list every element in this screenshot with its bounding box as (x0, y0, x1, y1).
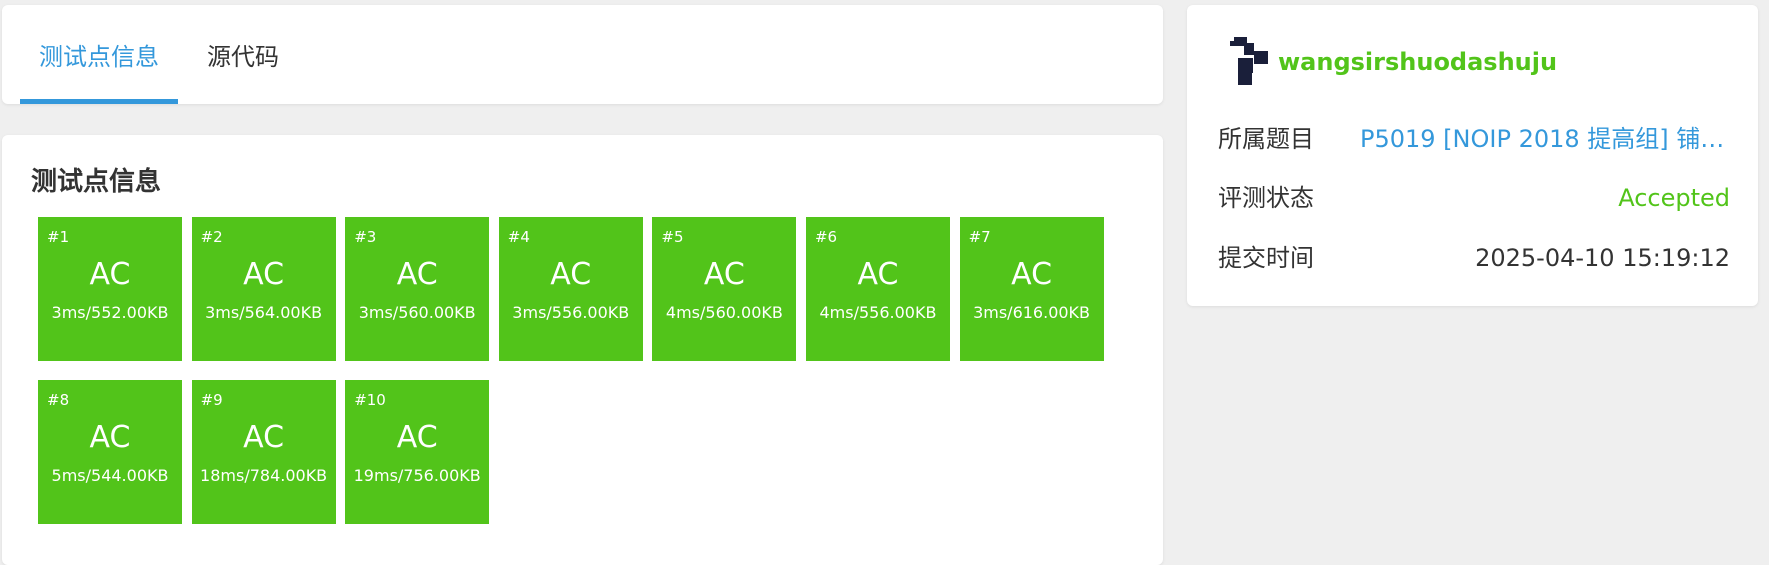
tab-testcase-info[interactable]: 测试点信息 (20, 5, 178, 104)
testcase-time-memory: 18ms/784.00KB (200, 466, 328, 485)
testcase-status: AC (1011, 257, 1053, 292)
testcase-id: #7 (968, 228, 991, 246)
testcase-status: AC (243, 257, 285, 292)
testcase-tile[interactable]: #9 AC 18ms/784.00KB (191, 380, 336, 524)
testcase-time-memory: 4ms/556.00KB (819, 303, 937, 322)
testcase-status: AC (396, 257, 438, 292)
testcase-status: AC (857, 257, 899, 292)
testcase-id: #10 (354, 391, 386, 409)
testcase-time-memory: 3ms/552.00KB (51, 303, 169, 322)
testcase-tile[interactable]: #2 AC 3ms/564.00KB (191, 217, 336, 361)
status-label: 评测状态 (1218, 184, 1314, 212)
testcase-id: #9 (200, 391, 223, 409)
testcase-time-memory: 19ms/756.00KB (353, 466, 481, 485)
problem-link[interactable]: P5019 [NOIP 2018 提高组] 铺设... (1360, 122, 1730, 156)
testcase-id: #6 (814, 228, 838, 246)
testcase-time-memory: 3ms/616.00KB (973, 303, 1091, 322)
testcase-tile[interactable]: #3 AC 3ms/560.00KB (345, 217, 490, 361)
testcase-status: AC (89, 257, 131, 292)
testcase-tile[interactable]: #1 AC 3ms/552.00KB (38, 217, 182, 361)
username-link[interactable]: wangsirshuodashuju (1278, 46, 1557, 78)
submit-time-value: 2025-04-10 15:19:12 (1475, 244, 1730, 272)
testcase-tile[interactable]: #7 AC 3ms/616.00KB (959, 217, 1104, 361)
testcase-id: #2 (200, 228, 223, 246)
testcase-tile[interactable]: #4 AC 3ms/556.00KB (498, 217, 643, 361)
testcase-tile[interactable]: #5 AC 4ms/560.00KB (652, 217, 797, 361)
testcase-time-memory: 5ms/544.00KB (51, 466, 169, 485)
problem-row: 所属题目 P5019 [NOIP 2018 提高组] 铺设... (1218, 122, 1730, 156)
testcase-time-memory: 3ms/556.00KB (512, 303, 630, 322)
testcase-tile[interactable]: #6 AC 4ms/556.00KB (805, 217, 950, 361)
testcase-status: AC (703, 257, 745, 292)
testcase-status: AC (550, 257, 592, 292)
status-value: Accepted (1618, 184, 1730, 212)
testcase-status: AC (89, 420, 131, 455)
testcase-tile[interactable]: #8 AC 5ms/544.00KB (38, 380, 182, 524)
problem-label: 所属题目 (1218, 125, 1314, 153)
tab-bar: 测试点信息 源代码 (2, 5, 1163, 104)
submit-time-label: 提交时间 (1218, 244, 1314, 272)
testcase-time-memory: 3ms/564.00KB (205, 303, 323, 322)
status-row: 评测状态 Accepted (1218, 181, 1730, 215)
testcase-status: AC (396, 420, 438, 455)
testcase-time-memory: 3ms/560.00KB (358, 303, 476, 322)
testcase-id: #4 (507, 228, 530, 246)
testcase-tile[interactable]: #10 AC 19ms/756.00KB (345, 380, 490, 524)
testcase-id: #5 (661, 228, 684, 246)
section-title: 测试点信息 (31, 167, 162, 197)
testcase-time-memory: 4ms/560.00KB (665, 303, 783, 322)
testcase-id: #3 (354, 228, 377, 246)
user-avatar-icon (1230, 37, 1268, 85)
testcase-id: #1 (47, 228, 70, 246)
tab-source-code[interactable]: 源代码 (192, 5, 294, 104)
testcase-status: AC (243, 420, 285, 455)
testcase-id: #8 (47, 391, 70, 409)
time-row: 提交时间 2025-04-10 15:19:12 (1218, 241, 1730, 275)
testcase-grid: #1 AC 3ms/552.00KB #2 AC 3ms/564.00KB #3 AC 3ms/… (38, 217, 1118, 524)
